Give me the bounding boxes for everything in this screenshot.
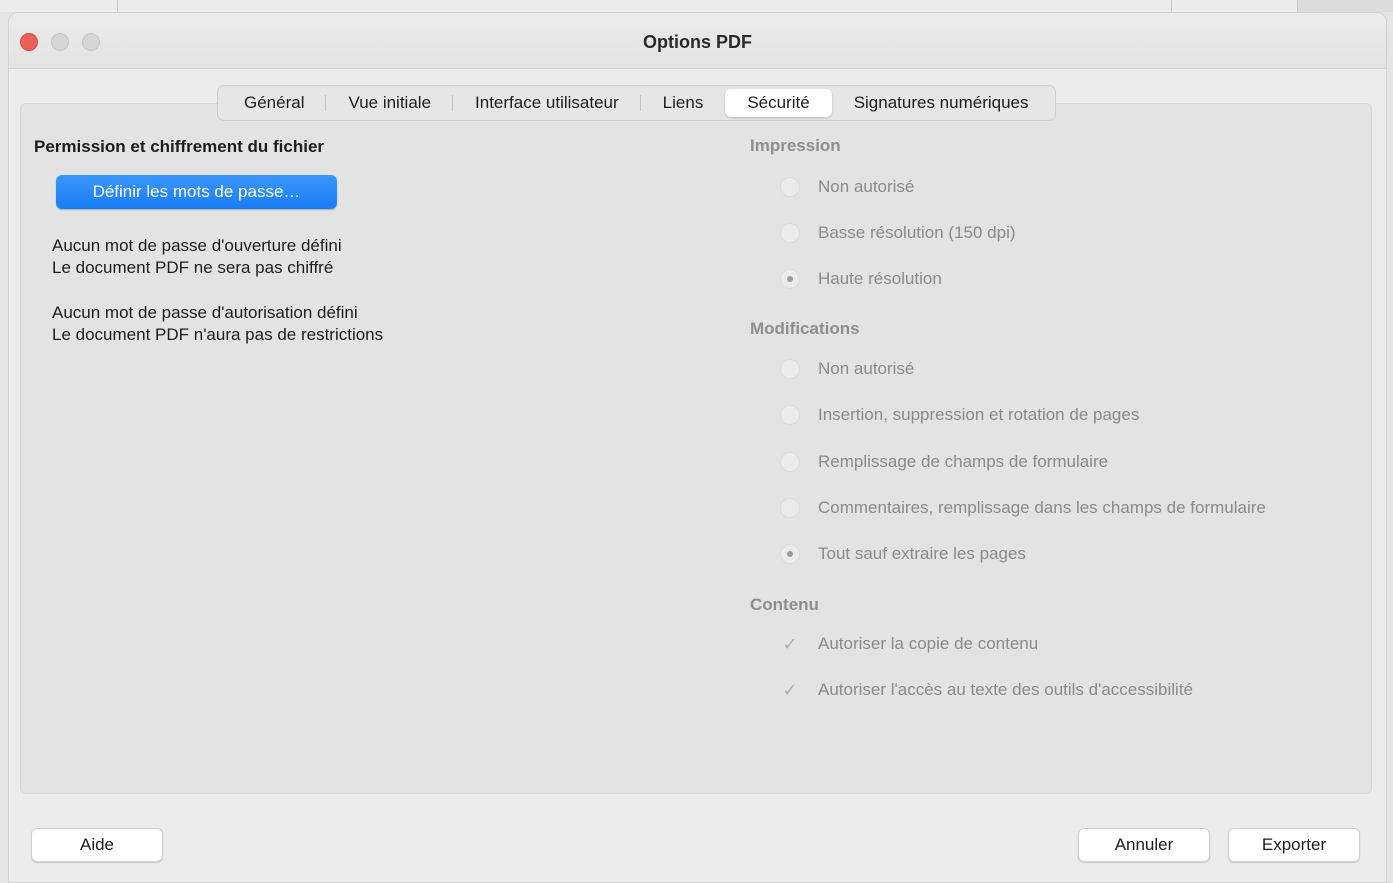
- printing-option-high-resolution[interactable]: Haute résolution: [780, 268, 942, 290]
- file-encryption-heading: Permission et chiffrement du fichier: [34, 137, 325, 156]
- checkmark-icon[interactable]: ✓: [780, 680, 800, 700]
- tab-general[interactable]: Général: [222, 89, 327, 117]
- option-label: Commentaires, remplissage dans les champ…: [818, 498, 1266, 517]
- content-option-accessibility[interactable]: ✓ Autoriser l'accès au texte des outils …: [780, 679, 1193, 701]
- background-panel: [1297, 0, 1393, 12]
- changes-option-comments-forms[interactable]: Commentaires, remplissage dans les champ…: [780, 497, 1266, 519]
- permission-password-status: Aucun mot de passe d'autorisation défini…: [52, 302, 383, 346]
- content-heading: Contenu: [750, 595, 819, 614]
- option-label: Basse résolution (150 dpi): [818, 223, 1016, 242]
- tab-bar: Général Vue initiale Interface utilisate…: [217, 85, 1056, 121]
- restrictions-line: Le document PDF n'aura pas de restrictio…: [52, 325, 384, 344]
- tab-user-interface[interactable]: Interface utilisateur: [453, 89, 641, 117]
- tab-digital-signatures[interactable]: Signatures numériques: [832, 89, 1051, 117]
- set-passwords-button[interactable]: Définir les mots de passe…: [56, 175, 337, 209]
- radio-button[interactable]: [780, 452, 800, 472]
- checkmark-icon[interactable]: ✓: [780, 634, 800, 654]
- radio-dot-icon: [787, 551, 793, 557]
- options-pdf-dialog: Options PDF Général Vue initiale Interfa…: [8, 12, 1387, 883]
- tab-security[interactable]: Sécurité: [725, 89, 832, 117]
- option-label: Haute résolution: [818, 269, 942, 288]
- title-bar: Options PDF: [9, 13, 1386, 69]
- export-button[interactable]: Exporter: [1228, 828, 1360, 862]
- radio-button[interactable]: [780, 359, 800, 379]
- option-label: Non autorisé: [818, 177, 915, 196]
- permission-password-line: Aucun mot de passe d'autorisation défini: [52, 303, 358, 322]
- printing-option-not-permitted[interactable]: Non autorisé: [780, 176, 914, 198]
- changes-option-fill-forms[interactable]: Remplissage de champs de formulaire: [780, 451, 1108, 473]
- content-option-copy[interactable]: ✓ Autoriser la copie de contenu: [780, 633, 1038, 655]
- printing-option-low-resolution[interactable]: Basse résolution (150 dpi): [780, 222, 1016, 244]
- encryption-line: Le document PDF ne sera pas chiffré: [52, 258, 334, 277]
- radio-dot-icon: [787, 276, 793, 282]
- window-title: Options PDF: [643, 32, 752, 52]
- radio-button[interactable]: [780, 498, 800, 518]
- option-label: Autoriser l'accès au texte des outils d'…: [818, 680, 1194, 699]
- radio-button-selected[interactable]: [780, 544, 800, 564]
- radio-button[interactable]: [780, 405, 800, 425]
- radio-button-selected[interactable]: [780, 269, 800, 289]
- option-label: Insertion, suppression et rotation de pa…: [818, 405, 1140, 424]
- background-divider: [117, 0, 118, 12]
- open-password-status: Aucun mot de passe d'ouverture défini Le…: [52, 235, 342, 279]
- help-button[interactable]: Aide: [31, 828, 163, 862]
- changes-heading: Modifications: [750, 319, 860, 338]
- printing-heading: Impression: [750, 136, 841, 155]
- changes-option-all-except-extract[interactable]: Tout sauf extraire les pages: [780, 543, 1026, 565]
- changes-option-not-permitted[interactable]: Non autorisé: [780, 358, 914, 380]
- option-label: Autoriser la copie de contenu: [818, 634, 1039, 653]
- option-label: Remplissage de champs de formulaire: [818, 452, 1109, 471]
- open-password-line: Aucun mot de passe d'ouverture défini: [52, 236, 342, 255]
- cancel-button[interactable]: Annuler: [1078, 828, 1210, 862]
- option-label: Non autorisé: [818, 359, 915, 378]
- background-divider: [1171, 0, 1172, 12]
- changes-option-insert-delete-rotate[interactable]: Insertion, suppression et rotation de pa…: [780, 404, 1139, 426]
- tab-links[interactable]: Liens: [641, 89, 726, 117]
- option-label: Tout sauf extraire les pages: [818, 544, 1026, 563]
- background-window-strip: [0, 0, 1393, 12]
- radio-button[interactable]: [780, 177, 800, 197]
- tab-initial-view[interactable]: Vue initiale: [326, 89, 453, 117]
- radio-button[interactable]: [780, 223, 800, 243]
